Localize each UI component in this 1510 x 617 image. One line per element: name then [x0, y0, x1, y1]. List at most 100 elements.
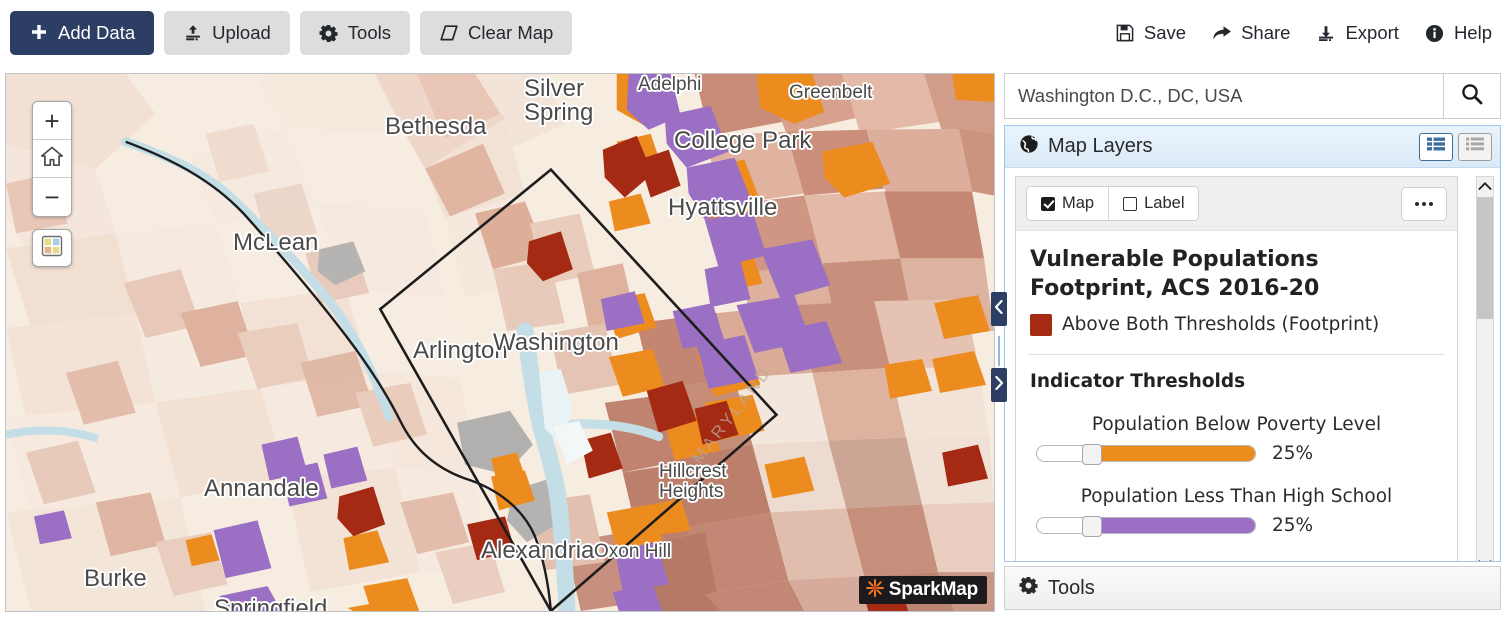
- tools-button[interactable]: Tools: [299, 11, 410, 55]
- map-layers-title: Map Layers: [1048, 135, 1153, 157]
- threshold-poverty-label: Population Below Poverty Level: [1091, 413, 1382, 435]
- layer-card-toolbar: Map Label: [1016, 177, 1457, 231]
- threshold-education-label: Population Less Than High School: [1080, 485, 1393, 507]
- home-extent-button[interactable]: [33, 140, 71, 178]
- zoom-in-button[interactable]: +: [33, 102, 71, 140]
- add-data-button[interactable]: Add Data: [10, 11, 155, 55]
- panel-divider-grip[interactable]: [998, 336, 1000, 366]
- basemap-picker-icon: [40, 234, 64, 263]
- ellipsis-icon: [1415, 201, 1433, 206]
- collapse-panel-right-handle[interactable]: [991, 368, 1007, 402]
- threshold-poverty-slider-handle[interactable]: [1081, 443, 1102, 465]
- threshold-poverty-value: 25%: [1272, 442, 1314, 464]
- legend-color-swatch: [1030, 313, 1052, 336]
- layer-legend-item: Above Both Thresholds (Footprint): [1016, 304, 1457, 354]
- plus-icon: [29, 23, 49, 43]
- scrollbar-up-button[interactable]: [1477, 177, 1493, 197]
- save-label: Save: [1143, 22, 1187, 43]
- threshold-poverty-slider-fill: [1091, 445, 1255, 461]
- chevron-down-icon: [1478, 556, 1492, 561]
- upload-button[interactable]: Upload: [164, 11, 290, 55]
- map-layers-panel: Map Layers Map Label Vulnerable Populati…: [1004, 125, 1501, 562]
- share-button[interactable]: Share: [1212, 20, 1290, 46]
- map-layers-body: Map Label Vulnerable Populations Footpri…: [1005, 168, 1500, 561]
- threshold-poverty-slider[interactable]: [1036, 443, 1256, 465]
- map-layers-title-group: Map Layers: [1019, 134, 1153, 160]
- map-checkbox-icon[interactable]: [1041, 196, 1055, 211]
- tools-section-bar[interactable]: Tools: [1004, 566, 1501, 610]
- layer-display-toggles[interactable]: Map Label: [1026, 186, 1200, 221]
- zoom-in-label: +: [44, 105, 60, 136]
- layers-view-toggle-group[interactable]: [1419, 132, 1492, 161]
- threshold-education: Population Less Than High School 25%: [1016, 464, 1457, 537]
- threshold-education-value: 25%: [1272, 514, 1314, 536]
- sparkmap-starburst-icon: [865, 578, 885, 603]
- search-button[interactable]: [1443, 73, 1501, 119]
- map-layers-header: Map Layers: [1005, 126, 1500, 168]
- search-input[interactable]: [1004, 73, 1443, 119]
- upload-label: Upload: [212, 22, 271, 43]
- layers-panel-scrollbar[interactable]: [1476, 176, 1494, 561]
- indicator-thresholds-heading: Indicator Thresholds: [1030, 370, 1246, 392]
- help-button[interactable]: Help: [1425, 20, 1492, 46]
- floppy-disk-icon: [1115, 23, 1135, 43]
- map-zoom-controls[interactable]: + −: [32, 101, 72, 217]
- save-button[interactable]: Save: [1115, 20, 1186, 46]
- threshold-poverty-row: 25%: [1030, 442, 1443, 465]
- zoom-out-label: −: [44, 182, 60, 212]
- detail-list-icon: [1426, 136, 1446, 157]
- help-label: Help: [1453, 22, 1492, 43]
- info-circle-icon: [1425, 23, 1445, 43]
- layer-title: Vulnerable Populations Footprint, ACS 20…: [1030, 247, 1320, 302]
- chevron-right-icon: [994, 375, 1004, 395]
- scrollbar-thumb[interactable]: [1477, 197, 1493, 319]
- eraser-icon: [439, 23, 459, 43]
- clear-map-label: Clear Map: [467, 22, 554, 43]
- basemap-picker-button[interactable]: [32, 229, 72, 267]
- compact-list-view-button[interactable]: [1458, 132, 1492, 161]
- zoom-out-button[interactable]: −: [33, 178, 71, 216]
- threshold-education-slider-handle[interactable]: [1081, 515, 1102, 537]
- threshold-education-slider-fill: [1091, 517, 1255, 533]
- legend-label: Above Both Thresholds (Footprint): [1062, 314, 1380, 335]
- layer-map-toggle-label: Map: [1062, 194, 1095, 212]
- clear-map-button[interactable]: Clear Map: [419, 11, 573, 55]
- home-icon: [40, 145, 64, 172]
- layer-card: Map Label Vulnerable Populations Footpri…: [1015, 176, 1458, 561]
- download-icon: [1316, 23, 1336, 43]
- layer-map-toggle[interactable]: Map: [1027, 187, 1109, 220]
- export-label: Export: [1345, 22, 1399, 43]
- gear-icon: [1019, 576, 1038, 600]
- map-viewport[interactable]: Silver Spring Adelphi Greenbelt Bethesda Coll…: [5, 73, 995, 612]
- scrollbar-down-button[interactable]: [1477, 555, 1493, 561]
- export-button[interactable]: Export: [1316, 20, 1399, 46]
- scrollbar-track[interactable]: [1477, 197, 1493, 555]
- share-label: Share: [1241, 22, 1291, 43]
- threshold-education-row: 25%: [1030, 514, 1443, 537]
- sparkmap-wordmark: SparkMap: [888, 579, 978, 600]
- map-canvas[interactable]: [6, 74, 994, 611]
- layer-label-toggle-label: Label: [1144, 194, 1185, 212]
- label-checkbox-icon[interactable]: [1123, 196, 1138, 211]
- threshold-education-slider[interactable]: [1036, 515, 1256, 537]
- threshold-poverty: Population Below Poverty Level 25%: [1016, 392, 1457, 465]
- detail-list-view-button[interactable]: [1419, 132, 1453, 161]
- top-toolbar: Add Data Upload Tools Clear Map Save Sha…: [0, 0, 1510, 66]
- collapse-panel-left-handle[interactable]: [991, 292, 1007, 326]
- toolbar-right-group: Save Share Export Help: [1115, 20, 1510, 46]
- chevron-left-icon: [994, 299, 1004, 319]
- globe-icon: [1019, 134, 1039, 160]
- share-arrow-icon: [1212, 23, 1232, 43]
- gear-icon: [319, 23, 339, 43]
- toolbar-left-group: Add Data Upload Tools Clear Map: [0, 11, 573, 55]
- add-data-label: Add Data: [58, 22, 136, 43]
- chevron-up-icon: [1478, 178, 1492, 196]
- upload-icon: [183, 23, 203, 43]
- layer-options-menu-button[interactable]: [1401, 186, 1447, 221]
- compact-list-icon: [1465, 136, 1485, 157]
- location-search[interactable]: [1004, 73, 1501, 119]
- search-icon: [1460, 82, 1484, 111]
- sparkmap-watermark: SparkMap: [858, 576, 987, 604]
- layer-label-toggle[interactable]: Label: [1108, 187, 1199, 220]
- tools-label: Tools: [347, 22, 391, 43]
